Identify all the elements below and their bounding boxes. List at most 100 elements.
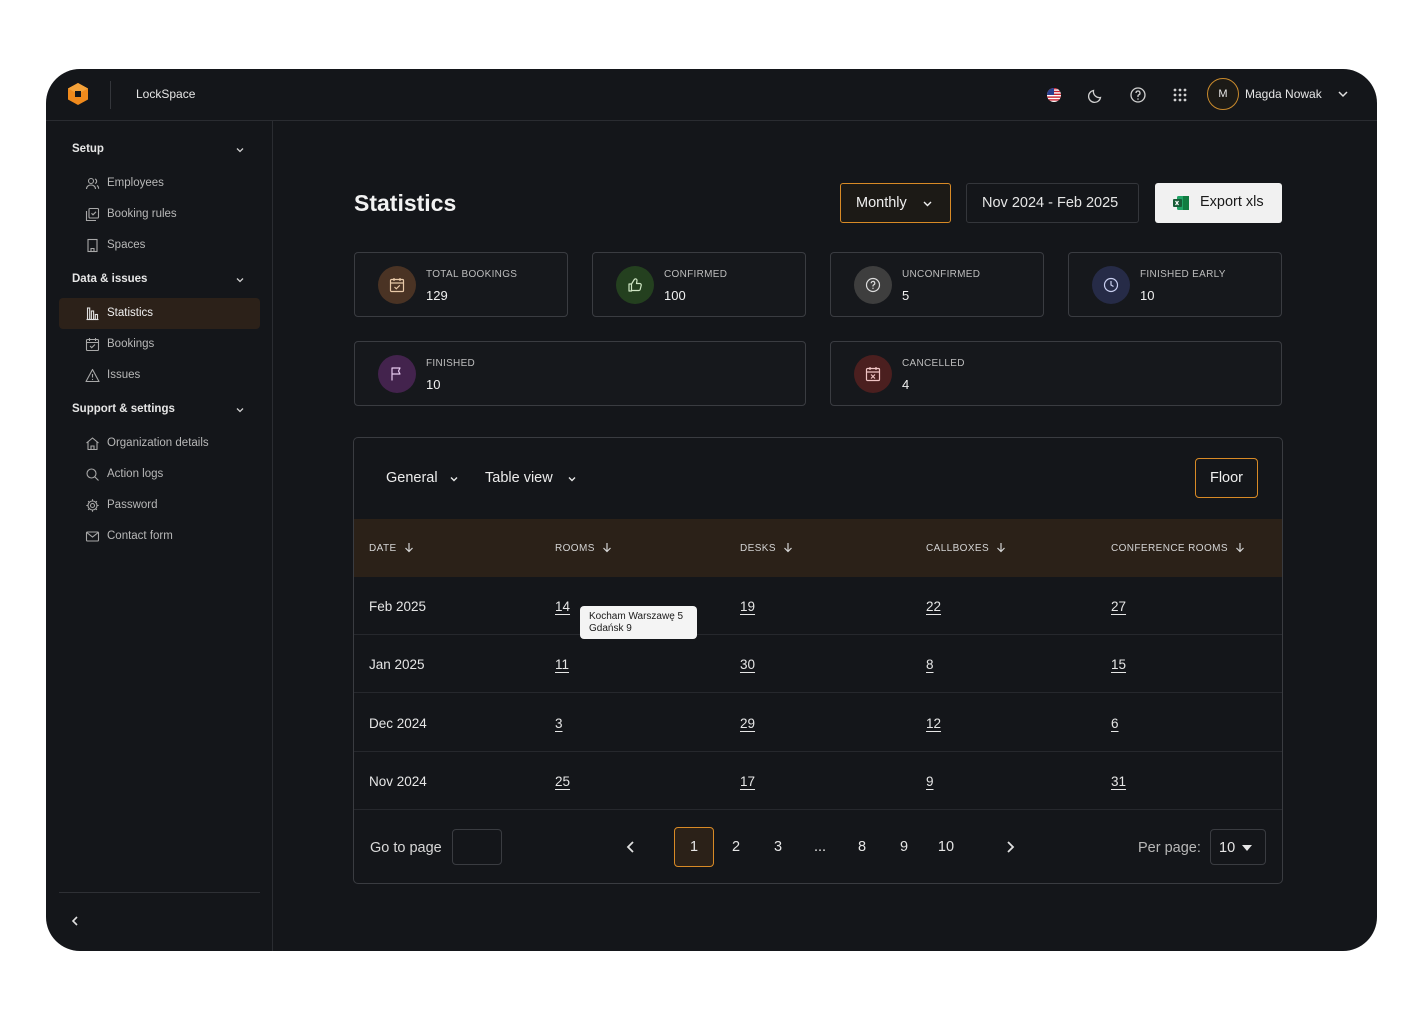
cell-callboxes[interactable]: 22	[926, 599, 941, 614]
column-header-date[interactable]: DATE	[369, 542, 414, 554]
cell-date: Dec 2024	[369, 716, 427, 731]
column-header-conference-rooms[interactable]: CONFERENCE ROOMS	[1111, 542, 1245, 554]
page-button-9[interactable]: 9	[884, 827, 924, 867]
column-header-desks[interactable]: DESKS	[740, 542, 793, 554]
page-button-3[interactable]: 3	[758, 827, 798, 867]
sidebar-item-contact-form[interactable]: Contact form	[59, 521, 260, 552]
chevron-down-icon	[923, 201, 932, 207]
go-to-page-input[interactable]	[452, 829, 502, 865]
stat-icon-circle	[1092, 266, 1130, 304]
chevron-down-icon[interactable]	[1336, 87, 1350, 101]
help-icon[interactable]	[1129, 86, 1147, 104]
moon-icon[interactable]	[1087, 86, 1105, 104]
tooltip-line: Gdańsk 9	[589, 623, 632, 634]
per-page-label: Per page:	[1138, 840, 1201, 856]
view-type-dropdown[interactable]: General	[386, 470, 458, 486]
cell-date: Jan 2025	[369, 657, 425, 672]
per-page-select[interactable]: 10	[1210, 829, 1266, 865]
page-button-10[interactable]: 10	[926, 827, 966, 867]
cell-desks[interactable]: 29	[740, 716, 755, 731]
cell-callboxes[interactable]: 12	[926, 716, 941, 731]
cell-date: Nov 2024	[369, 774, 427, 789]
sidebar-divider	[59, 892, 260, 893]
cell-callboxes[interactable]: 9	[926, 774, 934, 789]
mail-icon	[85, 531, 100, 542]
users-icon	[85, 177, 100, 190]
excel-icon	[1173, 196, 1189, 210]
page-button-2[interactable]: 2	[716, 827, 756, 867]
table-row: Feb 2025 14 19 22 27	[354, 577, 1282, 635]
cell-desks[interactable]: 19	[740, 599, 755, 614]
stat-unconfirmed: UNCONFIRMED 5	[830, 252, 1044, 317]
stat-icon-circle	[854, 355, 892, 393]
cell-conference-rooms[interactable]: 6	[1111, 716, 1119, 731]
app-window: LockSpace M Magda Nowak Setup Employees …	[46, 69, 1377, 951]
view-mode-dropdown[interactable]: Table view	[485, 470, 576, 486]
sidebar-item-action-logs[interactable]: Action logs	[59, 459, 260, 490]
cell-desks[interactable]: 17	[740, 774, 755, 789]
chevron-right-icon[interactable]	[1002, 839, 1018, 855]
topbar-divider	[110, 81, 111, 109]
apps-grid-icon[interactable]	[1171, 86, 1189, 104]
sidebar-item-organization-details[interactable]: Organization details	[59, 428, 260, 459]
sidebar-item-bookings[interactable]: Bookings	[59, 329, 260, 360]
sidebar-item-employees[interactable]: Employees	[59, 168, 260, 199]
user-avatar[interactable]: M	[1207, 78, 1239, 110]
bar-chart-icon	[86, 307, 99, 321]
collapse-sidebar-icon[interactable]	[68, 914, 82, 928]
cell-rooms[interactable]: 3	[555, 716, 563, 731]
chevron-left-icon[interactable]	[623, 839, 639, 855]
sidebar: Setup Employees Booking rules Spaces Dat…	[46, 121, 273, 951]
floor-filter-button[interactable]: Floor	[1195, 458, 1258, 498]
stat-icon-circle	[616, 266, 654, 304]
sidebar-item-statistics[interactable]: Statistics	[59, 298, 260, 329]
cell-rooms[interactable]: 14	[555, 599, 570, 614]
sidebar-item-issues[interactable]: Issues	[59, 360, 260, 391]
period-dropdown[interactable]: Monthly	[840, 183, 951, 223]
sidebar-section-support-settings[interactable]: Support & settings	[72, 403, 246, 419]
question-icon	[865, 277, 881, 293]
page-button-1[interactable]: 1	[674, 827, 714, 867]
date-range-picker[interactable]: Nov 2024 - Feb 2025	[966, 183, 1139, 223]
sidebar-item-spaces[interactable]: Spaces	[59, 230, 260, 261]
search-icon	[86, 468, 99, 481]
table-row: Nov 2024 25 17 9 31	[354, 752, 1282, 810]
user-name[interactable]: Magda Nowak	[1245, 87, 1322, 101]
cell-conference-rooms[interactable]: 15	[1111, 657, 1126, 672]
us-flag-icon[interactable]	[1045, 86, 1063, 104]
cell-callboxes[interactable]: 8	[926, 657, 934, 672]
chevron-down-icon	[236, 408, 244, 413]
column-header-callboxes[interactable]: CALLBOXES	[926, 542, 1006, 554]
sidebar-section-setup[interactable]: Setup	[72, 143, 246, 159]
sort-arrow-down-icon	[602, 543, 611, 553]
rules-icon	[85, 207, 100, 222]
flag-icon	[391, 367, 401, 381]
cell-conference-rooms[interactable]: 27	[1111, 599, 1126, 614]
sidebar-item-booking-rules[interactable]: Booking rules	[59, 199, 260, 230]
caret-down-icon	[1242, 845, 1252, 851]
calendar-x-icon	[865, 367, 881, 382]
export-xls-button[interactable]: Export xls	[1155, 183, 1282, 223]
page-button-8[interactable]: 8	[842, 827, 882, 867]
chevron-down-icon	[236, 278, 244, 283]
page-ellipsis: ...	[813, 839, 827, 855]
cell-rooms[interactable]: 25	[555, 774, 570, 789]
cell-rooms[interactable]: 11	[555, 657, 569, 672]
calendar-check-icon	[389, 278, 405, 293]
column-header-rooms[interactable]: ROOMS	[555, 542, 612, 554]
sidebar-section-data-issues[interactable]: Data & issues	[72, 273, 246, 289]
cell-desks[interactable]: 30	[740, 657, 755, 672]
pagination: Go to page 1 2 3 ... 8 9 10 Per page: 10	[354, 811, 1282, 883]
stat-total-bookings: TOTAL BOOKINGS 129	[354, 252, 568, 317]
gear-icon	[86, 499, 99, 512]
table-row: Dec 2024 3 29 12 6	[354, 694, 1282, 752]
warning-icon	[85, 368, 100, 383]
cell-conference-rooms[interactable]: 31	[1111, 774, 1126, 789]
chevron-down-icon	[236, 148, 244, 153]
sort-arrow-down-icon	[997, 543, 1006, 553]
rooms-tooltip: Kocham Warszawę 5 Gdańsk 9	[580, 606, 697, 639]
table-row: Jan 2025 11 30 8 15	[354, 635, 1282, 693]
home-icon	[86, 437, 99, 451]
sidebar-item-password[interactable]: Password	[59, 490, 260, 521]
top-bar: LockSpace M Magda Nowak	[46, 69, 1377, 121]
